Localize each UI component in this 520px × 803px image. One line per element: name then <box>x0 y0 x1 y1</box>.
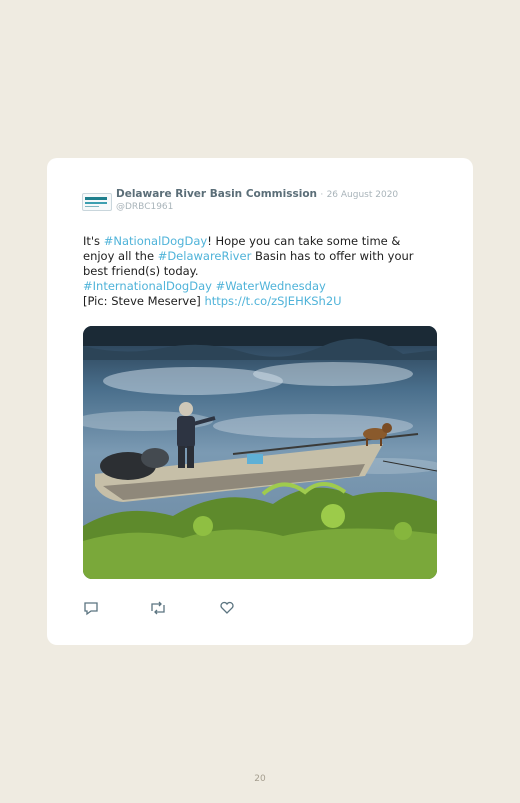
tweet-card: Delaware River Basin Commission · 26 Aug… <box>47 158 473 645</box>
tweet-text-part: It's <box>83 234 104 248</box>
hashtag-delawareriver[interactable]: #DelawareRiver <box>158 249 252 263</box>
photo-credit: [Pic: Steve Meserve] <box>83 294 205 308</box>
hashtag-internationaldogday[interactable]: #InternationalDogDay <box>83 279 212 293</box>
tweet-photo[interactable] <box>83 326 437 579</box>
like-icon[interactable] <box>219 600 237 616</box>
tweet-text: It's #NationalDogDay! Hope you can take … <box>83 234 428 309</box>
page-number: 20 <box>254 774 266 784</box>
tweet-link[interactable]: https://t.co/zSJEHKSh2U <box>204 294 341 308</box>
reply-icon[interactable] <box>83 600 101 616</box>
tweet-date[interactable]: 26 August 2020 <box>327 190 399 200</box>
user-handle[interactable]: @DRBC1961 <box>116 202 173 212</box>
display-name[interactable]: Delaware River Basin Commission <box>116 188 317 200</box>
hashtag-nationaldogday[interactable]: #NationalDogDay <box>104 234 207 248</box>
separator: · <box>320 190 324 200</box>
hashtag-waterwednesday[interactable]: #WaterWednesday <box>216 279 326 293</box>
tweet-actions <box>83 600 283 616</box>
drbc-logo <box>82 193 112 211</box>
retweet-icon[interactable] <box>149 600 167 616</box>
